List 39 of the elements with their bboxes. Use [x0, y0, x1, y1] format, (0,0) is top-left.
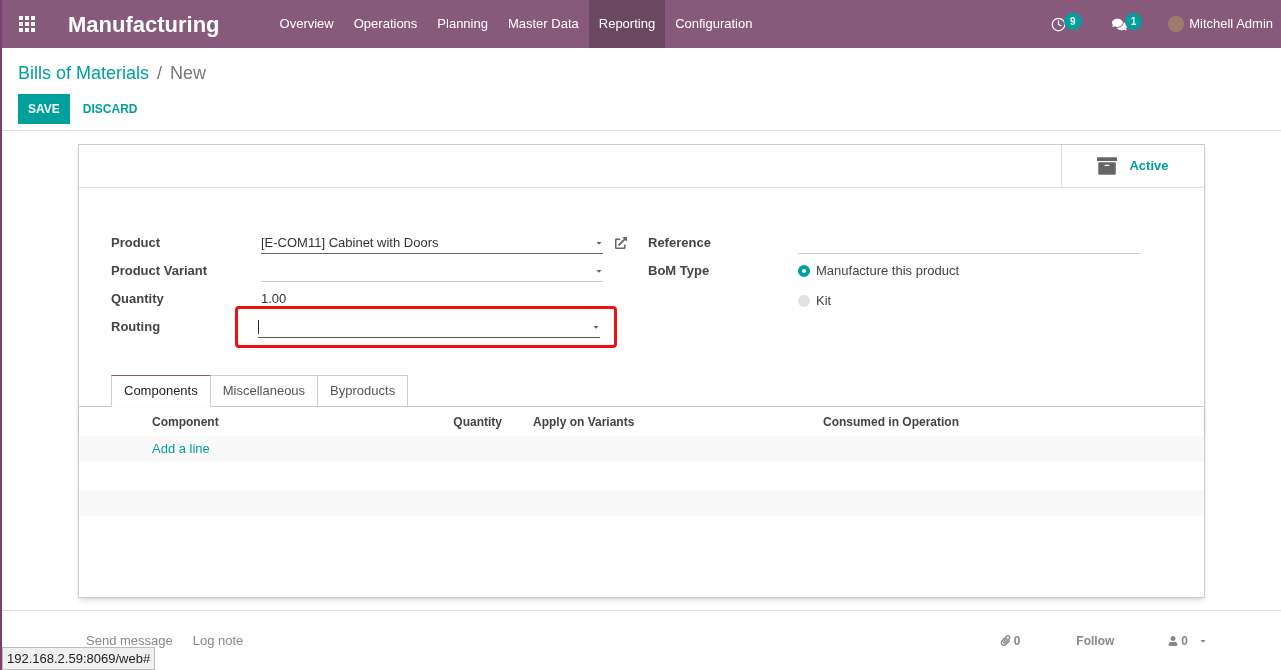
user-name[interactable]: Mitchell Admin: [1189, 14, 1273, 34]
status-url-tooltip: 192.168.2.59:8069/web#: [2, 646, 156, 670]
select-field[interactable]: [E-COM11] Cabinet with Doors: [261, 232, 603, 254]
tab[interactable]: Miscellaneous: [210, 375, 319, 407]
field-label: Routing: [111, 318, 162, 337]
app-title: Manufacturing: [68, 10, 220, 39]
field-label: Quantity: [111, 290, 165, 309]
log-note-button[interactable]: Log note: [192, 630, 244, 651]
menu-item[interactable]: Overview: [269, 0, 344, 48]
field-label: Reference: [648, 234, 712, 253]
field-label: BoM Type: [648, 262, 711, 281]
radio-label: Manufacture this product: [816, 262, 960, 281]
breadcrumb-current: New: [170, 62, 207, 85]
breadcrumb-separator: /: [157, 62, 163, 85]
active-status-button[interactable]: Active: [1061, 145, 1204, 187]
followers-button[interactable]: 0: [1168, 631, 1207, 650]
count-badge: 9: [1064, 12, 1082, 30]
menu-item[interactable]: Planning: [427, 0, 498, 48]
menu-item[interactable]: Operations: [343, 0, 428, 48]
discard-button[interactable]: DISCARD: [69, 94, 151, 124]
column-header: Apply on Variants: [533, 413, 636, 431]
field-label: Product Variant: [111, 262, 209, 281]
column-header: Consumed in Operation: [823, 413, 959, 431]
column-header: Component: [152, 413, 220, 431]
menu-item[interactable]: Configuration: [665, 0, 763, 48]
field-label: Product: [111, 234, 162, 253]
tab[interactable]: Components: [111, 375, 211, 407]
add-line-link[interactable]: Add a line: [152, 439, 210, 459]
menu-item[interactable]: Master Data: [497, 0, 589, 48]
breadcrumb-link[interactable]: Bills of Materials: [18, 60, 150, 87]
radio-label: Kit: [816, 292, 832, 311]
tab[interactable]: Byproducts: [318, 375, 409, 407]
follow-button[interactable]: Follow: [1076, 631, 1115, 650]
save-button[interactable]: SAVE: [18, 94, 70, 124]
column-header: Quantity: [452, 413, 502, 431]
count-badge: 1: [1124, 12, 1143, 30]
attachments-button[interactable]: 0: [999, 631, 1021, 650]
menu-item[interactable]: Reporting: [588, 0, 666, 48]
input-field[interactable]: 1.00: [261, 288, 603, 310]
